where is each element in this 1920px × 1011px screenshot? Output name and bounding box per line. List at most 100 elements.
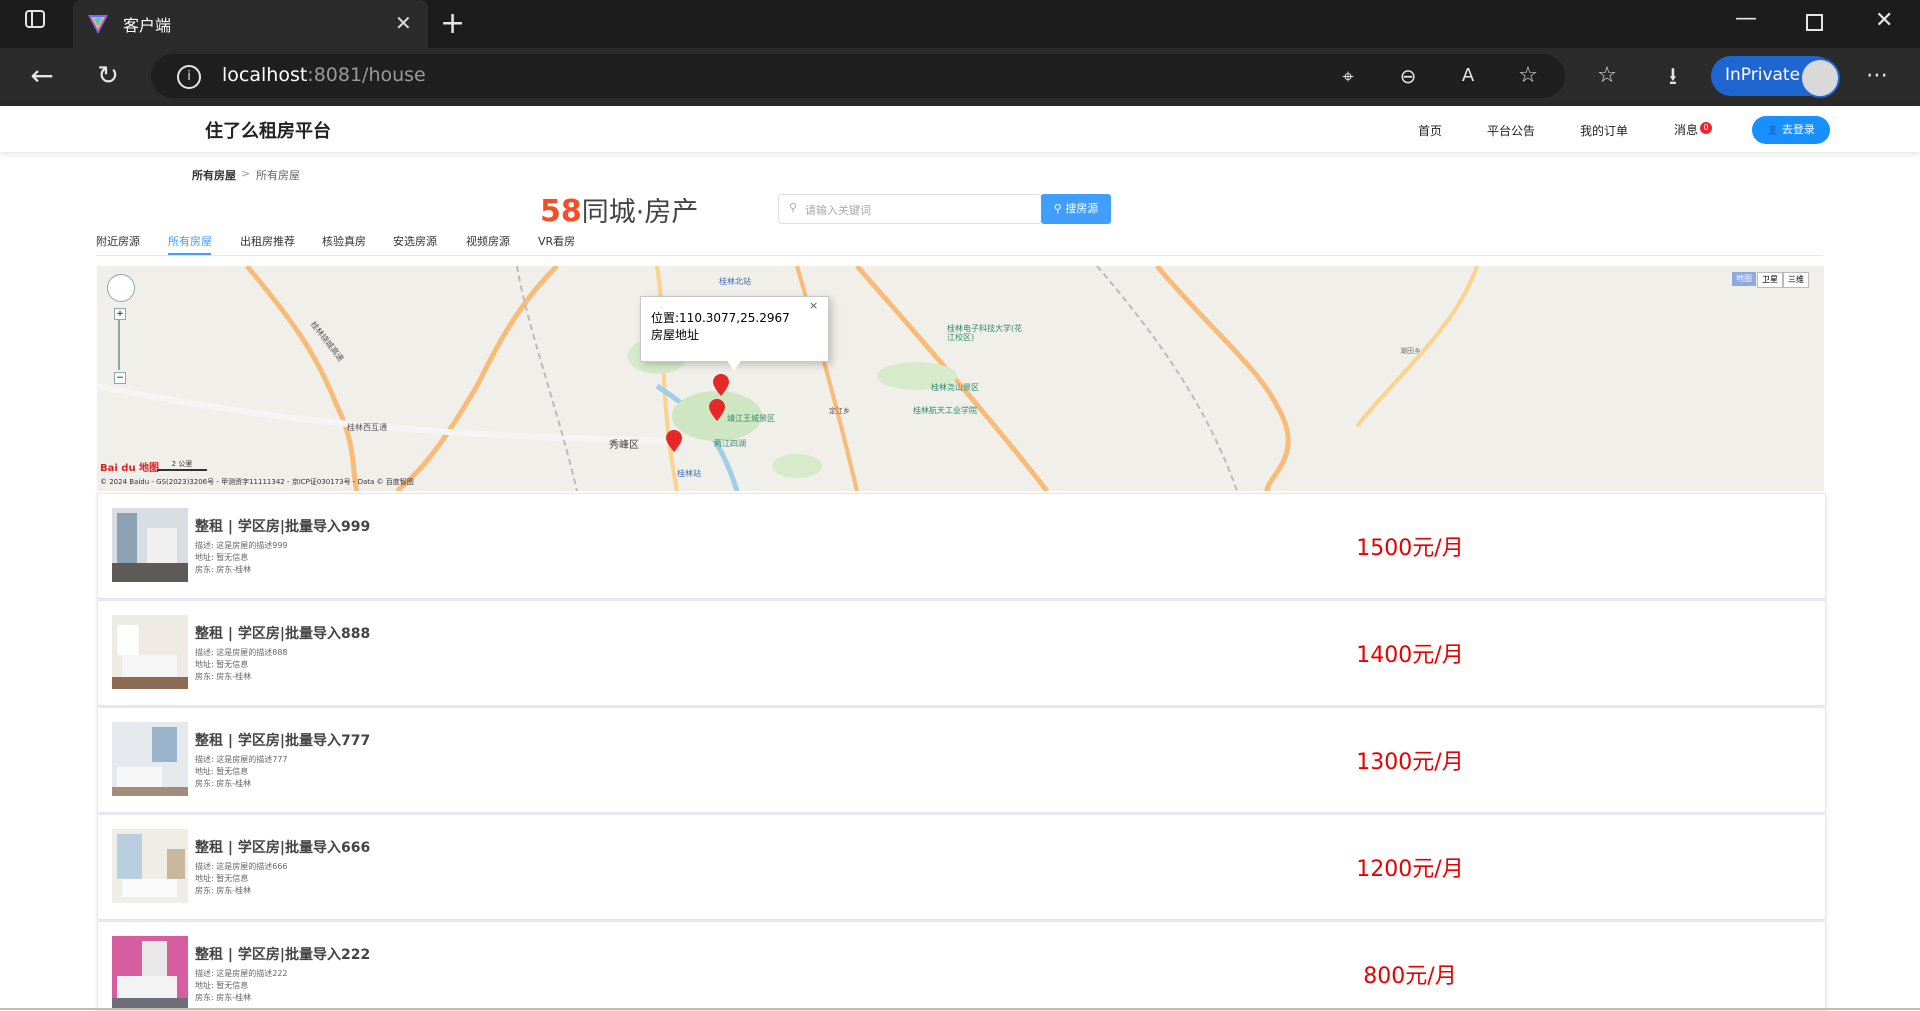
- map-zoom-in-button[interactable]: +: [114, 308, 126, 320]
- tab-nearby[interactable]: 附近房源: [96, 233, 140, 249]
- listing-title[interactable]: 整租 | 学区房|批量导入222: [195, 944, 370, 964]
- tab-video[interactable]: 视频房源: [466, 233, 510, 249]
- search-input[interactable]: ⚲ 请输入关键词: [778, 194, 1042, 224]
- info-address: 房屋地址: [651, 328, 700, 342]
- login-button[interactable]: 👤 去登录: [1752, 116, 1830, 144]
- map-scale: 2 公里: [157, 459, 207, 471]
- listing-card[interactable]: 整租 | 学区房|批量导入666 描述: 这是房屋的描述666 地址: 暂无信息…: [97, 814, 1826, 920]
- edge-logo-icon: [87, 13, 109, 35]
- listing-owner: 房东: 房东-桂林: [195, 993, 252, 1002]
- map-label-sihu: 两江四湖: [714, 439, 746, 448]
- info-close-icon[interactable]: ×: [809, 299, 818, 312]
- map-zoom-slider[interactable]: [118, 320, 120, 370]
- tab-divider: [96, 255, 1823, 256]
- map-mode-satellite[interactable]: 卫星: [1757, 272, 1783, 288]
- user-icon: 👤: [1767, 126, 1779, 136]
- more-icon[interactable]: ⋯: [1857, 56, 1897, 96]
- brand-name: 同城·房产: [581, 197, 699, 228]
- nav-home[interactable]: 首页: [1418, 122, 1442, 139]
- listing-card[interactable]: 整租 | 学区房|批量导入222 描述: 这是房屋的描述222 地址: 暂无信息…: [97, 921, 1826, 1011]
- listing-description: 描述: 这是房屋的描述777: [195, 755, 288, 764]
- url-text[interactable]: localhost:8081/house: [222, 64, 426, 86]
- refresh-icon[interactable]: ↻: [88, 56, 128, 96]
- map-label-guilin-station: 桂林站: [677, 469, 701, 478]
- favorites-icon[interactable]: ☆: [1587, 56, 1627, 96]
- zoom-out-icon[interactable]: ⊖: [1388, 56, 1428, 96]
- read-aloud-icon[interactable]: A: [1448, 56, 1488, 96]
- map-label-xiufeng: 秀峰区: [609, 440, 639, 451]
- close-window-icon[interactable]: ✕: [1875, 8, 1893, 33]
- search-button-label: 搜房源: [1065, 202, 1099, 215]
- tab-title: 客户端: [123, 16, 172, 35]
- listing-thumbnail: [112, 508, 188, 582]
- profile-avatar[interactable]: [1800, 58, 1840, 98]
- brand-number: 58: [540, 194, 582, 229]
- map-label-xiufeng-scenic: 靖江王城景区: [727, 414, 775, 423]
- breadcrumb-home[interactable]: 所有房屋: [192, 167, 236, 183]
- tab-verified[interactable]: 核验真房: [322, 233, 366, 249]
- listing-card[interactable]: 整租 | 学区房|批量导入999 描述: 这是房屋的描述999 地址: 暂无信息…: [97, 493, 1826, 599]
- map-marker-icon[interactable]: [713, 374, 729, 400]
- map-copyright: © 2024 Baidu - GS(2023)3206号 - 甲测资字11111…: [100, 478, 414, 486]
- map-roads: [97, 266, 1479, 491]
- map-mode-map[interactable]: 地图: [1732, 272, 1756, 286]
- listing-owner: 房东: 房东-桂林: [195, 672, 252, 681]
- listing-title[interactable]: 整租 | 学区房|批量导入777: [195, 730, 370, 750]
- listing-title[interactable]: 整租 | 学区房|批量导入888: [195, 623, 370, 643]
- tab-safe-choice[interactable]: 安选房源: [393, 233, 437, 249]
- login-label: 去登录: [1781, 123, 1815, 136]
- map-label-guilin-north: 桂林北站: [719, 277, 751, 286]
- nav-messages[interactable]: 消息: [1674, 121, 1698, 138]
- close-tab-icon[interactable]: ✕: [395, 12, 412, 34]
- site-title[interactable]: 住了么租房平台: [205, 117, 331, 143]
- listing-address: 地址: 暂无信息: [195, 874, 249, 883]
- tab-all-houses[interactable]: 所有房屋: [168, 233, 212, 249]
- baidu-map[interactable]: + − 地图 卫星 三维 桂林北站 桂林电子科技大学(花江校区) 桂林尧山景区 …: [97, 266, 1824, 491]
- new-tab-icon[interactable]: +: [440, 4, 465, 44]
- map-mode-3d[interactable]: 三维: [1783, 272, 1809, 288]
- favorite-star-icon[interactable]: ☆: [1508, 56, 1548, 96]
- minimize-icon[interactable]: —: [1735, 6, 1757, 31]
- location-icon[interactable]: ⌖: [1328, 56, 1368, 96]
- nav-announcement[interactable]: 平台公告: [1487, 122, 1535, 139]
- map-marker-icon[interactable]: [666, 430, 682, 456]
- map-label-dingjiang: 潮田乡: [1400, 347, 1421, 355]
- listing-price: 1500元/月: [1356, 536, 1464, 561]
- map-zoom-out-button[interactable]: −: [114, 372, 126, 384]
- listing-title[interactable]: 整租 | 学区房|批量导入999: [195, 516, 370, 536]
- nav-my-orders[interactable]: 我的订单: [1580, 122, 1628, 139]
- info-window-pointer: [726, 359, 742, 371]
- search-button-icon: ⚲: [1053, 202, 1062, 215]
- listing-thumbnail: [112, 615, 188, 689]
- map-label-east-town: 定江乡: [829, 407, 850, 415]
- listing-address: 地址: 暂无信息: [195, 767, 249, 776]
- tab-actions-icon[interactable]: [15, 4, 55, 44]
- map-marker-icon[interactable]: [709, 399, 725, 425]
- breadcrumb-current: 所有房屋: [256, 169, 300, 182]
- listing-address: 地址: 暂无信息: [195, 981, 249, 990]
- listing-card[interactable]: 整租 | 学区房|批量导入777 描述: 这是房屋的描述777 地址: 暂无信息…: [97, 707, 1826, 813]
- tab-vr[interactable]: VR看房: [538, 233, 575, 249]
- site-info-icon[interactable]: i: [177, 65, 201, 89]
- map-pan-control[interactable]: [107, 274, 135, 302]
- baidu-map-logo: Bai du 地图: [100, 463, 160, 474]
- listing-thumbnail: [112, 829, 188, 903]
- map-label-university: 桂林电子科技大学(花江校区): [947, 324, 1023, 342]
- restore-icon[interactable]: [1806, 14, 1823, 31]
- listing-description: 描述: 这是房屋的描述999: [195, 541, 288, 550]
- url-host: localhost: [222, 64, 308, 86]
- listing-card[interactable]: 整租 | 学区房|批量导入888 描述: 这是房屋的描述888 地址: 暂无信息…: [97, 600, 1826, 706]
- listing-price: 1300元/月: [1356, 750, 1464, 775]
- back-icon[interactable]: ←: [22, 56, 62, 96]
- tab-recommended[interactable]: 出租房推荐: [240, 233, 295, 249]
- listing-title[interactable]: 整租 | 学区房|批量导入666: [195, 837, 370, 857]
- browser-tab[interactable]: 客户端 ✕: [73, 0, 428, 48]
- message-badge: 0: [1700, 122, 1712, 134]
- brand-logo: 58同城·房产: [540, 190, 698, 229]
- map-info-window: 位置:110.3077,25.2967 房屋地址 ×: [640, 296, 829, 362]
- search-button[interactable]: ⚲ 搜房源: [1041, 194, 1111, 224]
- download-icon[interactable]: ⭳: [1653, 56, 1693, 96]
- listing-price: 1200元/月: [1356, 857, 1464, 882]
- inprivate-label: InPrivate: [1725, 65, 1801, 85]
- breadcrumb-separator: >: [241, 167, 251, 180]
